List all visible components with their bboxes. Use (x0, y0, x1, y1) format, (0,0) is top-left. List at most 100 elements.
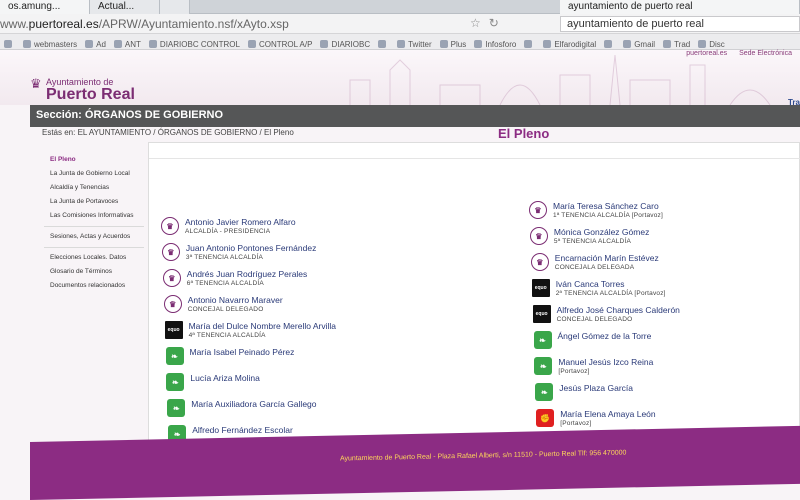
sidebar-item[interactable]: Elecciones Locales. Datos (44, 251, 144, 265)
member-name[interactable]: Andrés Juan Rodríguez Perales (187, 269, 308, 279)
party-iu-icon: ❧ (533, 331, 552, 349)
bookmark-item[interactable]: Disc (698, 40, 725, 49)
members-panel: ♛ Antonio Javier Romero Alfaro ALCALDÍA - … (148, 142, 800, 495)
page-title: El Pleno (498, 126, 550, 141)
member-name[interactable]: Manuel Jesús Izco Reina (558, 357, 653, 367)
bookmark-item[interactable]: CONTROL A/P (247, 40, 312, 49)
member-name[interactable]: Antonio Navarro Maraver (188, 295, 283, 305)
member-name[interactable]: Jesús Plaza García (559, 383, 633, 393)
bookmark-icon (148, 40, 157, 48)
bookmark-label: webmasters (34, 40, 78, 49)
address-bar: www.puertoreal.es/APRW/Ayuntamiento.nsf/… (0, 14, 800, 34)
member-name[interactable]: María Auxiliadora García Gallego (191, 399, 316, 409)
member-role: [Portavoz] (560, 420, 592, 427)
address-bar-icons: ☆↻ (470, 16, 507, 30)
url-prefix: www. (0, 17, 29, 31)
member-role: [Portavoz] (558, 368, 590, 375)
bookmark-item[interactable]: Infosforo (474, 40, 516, 49)
bookmark-item[interactable] (524, 40, 535, 49)
translate-link[interactable]: Tra (788, 98, 800, 107)
bookmark-item[interactable] (4, 40, 15, 49)
bookmark-icon (4, 40, 12, 48)
browser-tab[interactable] (160, 0, 190, 14)
sidebar-divider (44, 226, 144, 227)
bookmark-icon (378, 40, 387, 48)
web-page: puertoreal.es Sede Electrónica ♛ Ayuntam… (0, 50, 800, 500)
browser-tab-search[interactable]: ayuntamiento de puerto real (560, 0, 800, 14)
bookmark-label: Twitter (408, 40, 432, 49)
section-title: Sección: ÓRGANOS DE GOBIERNO (36, 109, 224, 121)
party-pr-icon: ♛ (529, 201, 547, 219)
member-role: 4ª TENENCIA ALCALDÍA (188, 332, 266, 339)
bookmark-star-icon[interactable]: ☆ (470, 16, 489, 30)
bookmark-item[interactable]: Twitter (397, 40, 432, 49)
bookmark-item[interactable]: Elfarodigital (543, 40, 596, 49)
sidebar-item[interactable]: La Junta de Portavoces (44, 195, 144, 209)
party-psoe-icon: ✊ (536, 409, 555, 427)
party-equo-icon: equo (164, 321, 183, 339)
party-iu-icon: ❧ (535, 383, 554, 401)
browser-tab[interactable]: Actual... (90, 0, 160, 14)
sidebar-item[interactable]: Alcaldía y Tenencias (44, 181, 144, 195)
bookmark-icon (247, 40, 256, 48)
member-name[interactable]: Juan Antonio Pontones Fernández (186, 243, 316, 253)
sidebar-item[interactable]: Sesiones, Actas y Acuerdos (44, 230, 144, 244)
member-name[interactable]: Ángel Gómez de la Torre (558, 331, 652, 341)
logo-title: Puerto Real (46, 86, 135, 103)
member-name[interactable]: Alfredo José Charques Calderón (557, 305, 680, 315)
header-link-sede[interactable]: Sede Electrónica (739, 50, 792, 57)
bookmark-label: Infosforo (485, 40, 517, 49)
sidebar-item[interactable]: Documentos relacionados (44, 279, 144, 293)
member-name[interactable]: Antonio Javier Romero Alfaro (185, 217, 296, 227)
bookmark-item[interactable]: Plus (439, 40, 466, 49)
bookmark-item[interactable]: DIARIOBC (320, 40, 370, 49)
member-role: 6ª TENENCIA ALCALDÍA (186, 280, 264, 287)
bookmark-item[interactable]: webmasters (23, 40, 77, 49)
bookmark-item[interactable]: ANT (113, 40, 141, 49)
header-links: puertoreal.es Sede Electrónica (676, 50, 792, 57)
member-name[interactable]: Encarnación Marín Estévez (555, 253, 659, 263)
bookmark-label: Gmail (634, 40, 656, 49)
member-name[interactable]: Lucía Ariza Molina (190, 373, 259, 383)
sidebar-item[interactable]: La Junta de Gobierno Local (44, 167, 144, 181)
member-name[interactable]: Alfredo Fernández Escolar (192, 425, 293, 435)
browser-tab[interactable]: os.amung... (0, 0, 90, 14)
browser-search-input[interactable]: ayuntamiento de puerto real (560, 16, 800, 32)
bookmark-item[interactable] (378, 40, 389, 49)
party-iu-icon: ❧ (534, 357, 553, 375)
member-role: 1ª TENENCIA ALCALDÍA [Portavoz] (553, 212, 664, 219)
bookmark-icon (320, 40, 329, 48)
bookmarks-bar: webmasters Ad ANT DIARIOBC CONTROL CONTROL A… (0, 34, 800, 50)
sidebar-item[interactable]: El Pleno (44, 153, 144, 167)
member-role: 5ª TENENCIA ALCALDÍA (553, 238, 631, 245)
member-role: CONCEJAL DELEGADO (187, 306, 264, 313)
crown-icon: ♛ (30, 76, 42, 91)
party-pr-icon: ♛ (161, 243, 180, 261)
footer-text: Ayuntamiento de Puerto Real - Plaza Rafa… (340, 449, 627, 463)
site-header: puertoreal.es Sede Electrónica ♛ Ayuntam… (0, 50, 800, 105)
member-role: 3ª TENENCIA ALCALDÍA (185, 254, 263, 261)
bookmark-label: Elfarodigital (554, 40, 597, 49)
member-name[interactable]: María Elena Amaya León (560, 409, 655, 419)
party-pr-icon: ♛ (529, 227, 548, 245)
reload-icon[interactable]: ↻ (489, 16, 507, 30)
sidebar-item[interactable]: Glosario de Términos (44, 265, 144, 279)
bookmark-item[interactable] (604, 40, 615, 49)
bookmark-item[interactable]: Trad (663, 40, 690, 49)
bookmark-icon (604, 40, 613, 48)
bookmark-label: ANT (124, 40, 141, 49)
member-name[interactable]: Mónica González Gómez (554, 227, 649, 237)
bookmark-item[interactable]: Gmail (623, 40, 655, 49)
url-field[interactable]: www.puertoreal.es/APRW/Ayuntamiento.nsf/… (0, 17, 289, 31)
bookmark-label: DIARIOBC (331, 40, 371, 49)
sidebar-item[interactable]: Las Comisiones Informativas (44, 209, 144, 223)
member-name[interactable]: Iván Canca Torres (556, 279, 625, 289)
bookmark-item[interactable]: DIARIOBC CONTROL (148, 40, 240, 49)
member-name[interactable]: María del Dulce Nombre Merello Arvilla (189, 321, 336, 331)
bookmark-label: Trad (674, 40, 691, 49)
bookmark-item[interactable]: Ad (85, 40, 106, 49)
sidebar: El Pleno La Junta de Gobierno Local Alcald… (44, 153, 144, 293)
member-name[interactable]: María Teresa Sánchez Caro (553, 201, 659, 211)
header-link-home[interactable]: puertoreal.es (686, 50, 727, 57)
member-name[interactable]: María Isabel Peinado Pérez (190, 347, 295, 357)
